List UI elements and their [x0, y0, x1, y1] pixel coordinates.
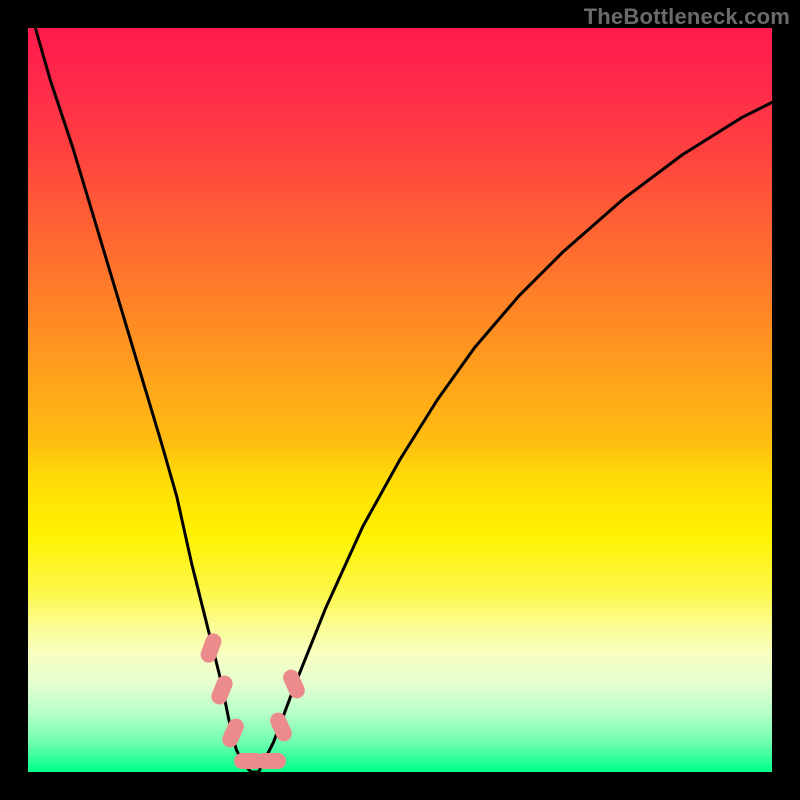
- plot-area: [28, 28, 772, 772]
- marker-pill: [256, 753, 286, 769]
- bottleneck-curve: [28, 28, 772, 772]
- watermark-text: TheBottleneck.com: [584, 4, 790, 30]
- curve-path: [35, 28, 772, 772]
- chart-frame: TheBottleneck.com: [0, 0, 800, 800]
